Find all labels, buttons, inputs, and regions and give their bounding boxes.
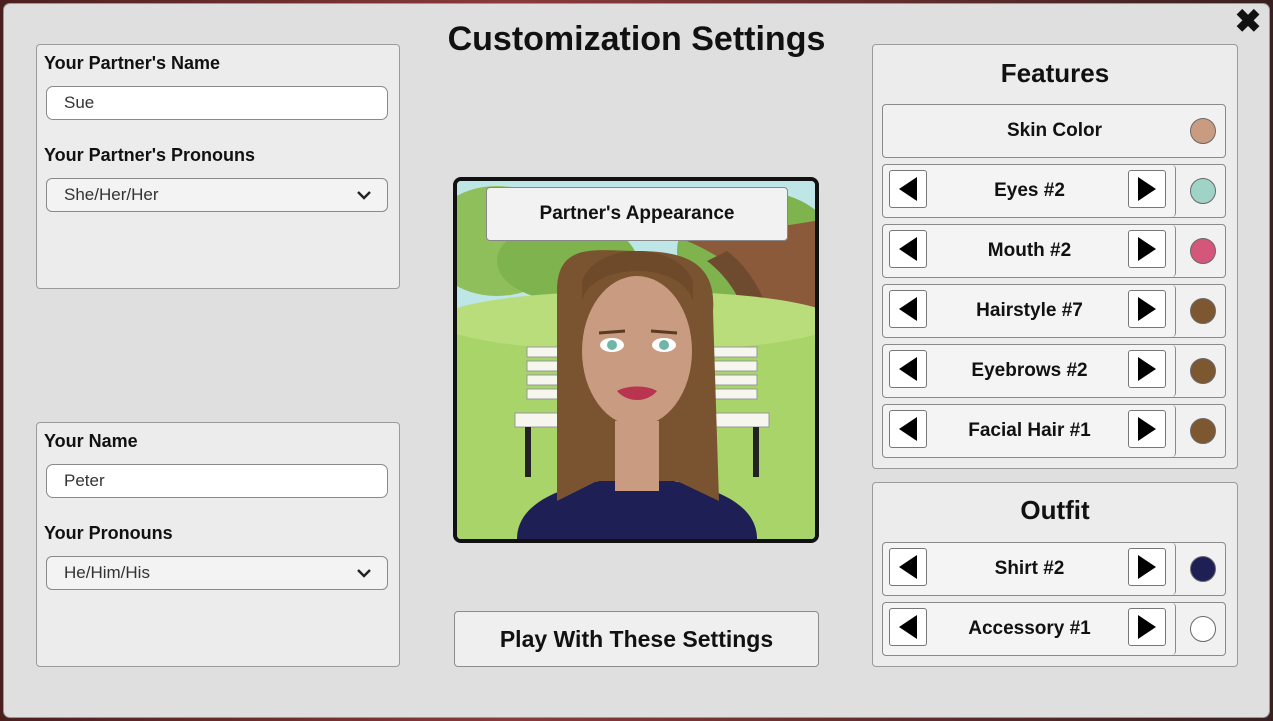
arrow-left-icon[interactable] [889,290,927,328]
features-item-color-swatch[interactable] [1190,358,1216,384]
outfit-item-selector: Shirt #2 [883,543,1176,595]
features-item-row[interactable]: Facial Hair #1 [882,404,1226,458]
arrow-right-icon[interactable] [1128,350,1166,388]
features-item-selector: Hairstyle #7 [883,285,1176,337]
features-item-row[interactable]: Eyes #2 [882,164,1226,218]
arrow-right-icon[interactable] [1128,230,1166,268]
arrow-left-icon[interactable] [889,350,927,388]
customization-dialog: Customization Settings ✖ Your Partner's … [4,4,1269,717]
partner-panel: Your Partner's Name Sue Your Partner's P… [36,44,400,289]
arrow-right-icon[interactable] [1128,548,1166,586]
features-item-color-swatch[interactable] [1190,238,1216,264]
partner-name-input[interactable]: Sue [46,86,388,120]
play-button[interactable]: Play With These Settings [454,611,819,667]
features-item-selector: Facial Hair #1 [883,405,1176,457]
partner-appearance-label: Partner's Appearance [486,187,788,241]
features-item-row[interactable]: Mouth #2 [882,224,1226,278]
features-item-row[interactable]: Hairstyle #7 [882,284,1226,338]
arrow-right-icon[interactable] [1128,290,1166,328]
features-item-color-swatch[interactable] [1190,178,1216,204]
features-panel: Features Skin Color Eyes #2 Mouth #2 Hairs… [872,44,1238,469]
features-item-label: Facial Hair #1 [968,420,1091,441]
features-item-selector: Eyebrows #2 [883,345,1176,397]
arrow-left-icon[interactable] [889,230,927,268]
arrow-left-icon[interactable] [889,170,927,208]
features-item-selector: Mouth #2 [883,225,1176,277]
features-item-color-swatch[interactable] [1190,418,1216,444]
outfit-item-label: Accessory #1 [968,618,1091,639]
partner-name-label: Your Partner's Name [44,53,221,73]
user-pronouns-value: He/Him/His [64,563,150,582]
features-item-selector: Eyes #2 [883,165,1176,217]
user-pronouns-select[interactable]: He/Him/His [46,556,388,590]
features-item-row[interactable]: Eyebrows #2 [882,344,1226,398]
chevron-down-icon [357,191,371,200]
features-item-color-swatch[interactable] [1190,298,1216,324]
features-title: Features [1000,58,1110,88]
outfit-item-color-swatch[interactable] [1190,616,1216,642]
outfit-item-color-swatch[interactable] [1190,556,1216,582]
partner-pronouns-select[interactable]: She/Her/Her [46,178,388,212]
features-item-label: Hairstyle #7 [976,300,1083,321]
arrow-left-icon[interactable] [889,548,927,586]
chevron-down-icon [357,569,371,578]
outfit-title: Outfit [1020,495,1090,525]
partner-pronouns-value: She/Her/Her [64,185,159,204]
features-item-label: Mouth #2 [987,240,1072,261]
outfit-item-selector: Accessory #1 [883,603,1176,655]
arrow-right-icon[interactable] [1128,608,1166,646]
features-item-label: Eyes #2 [994,180,1065,201]
arrow-right-icon[interactable] [1128,170,1166,208]
user-panel: Your Name Peter Your Pronouns He/Him/His [36,422,400,667]
arrow-left-icon[interactable] [889,410,927,448]
user-name-input[interactable]: Peter [46,464,388,498]
features-item-label: Eyebrows #2 [971,360,1088,381]
close-icon[interactable]: ✖ [1233,5,1263,37]
outfit-item-row[interactable]: Shirt #2 [882,542,1226,596]
partner-pronouns-label: Your Partner's Pronouns [44,145,255,165]
arrow-left-icon[interactable] [889,608,927,646]
arrow-right-icon[interactable] [1128,410,1166,448]
skin-color-label: Skin Color [1006,120,1102,141]
user-name-label: Your Name [44,431,138,451]
outfit-item-label: Shirt #2 [994,558,1065,579]
skin-color-row[interactable]: Skin Color [882,104,1226,158]
user-pronouns-label: Your Pronouns [44,523,173,543]
outfit-panel: Outfit Shirt #2 Accessory #1 [872,482,1238,667]
skin-color-swatch[interactable] [1190,118,1216,144]
outfit-item-row[interactable]: Accessory #1 [882,602,1226,656]
